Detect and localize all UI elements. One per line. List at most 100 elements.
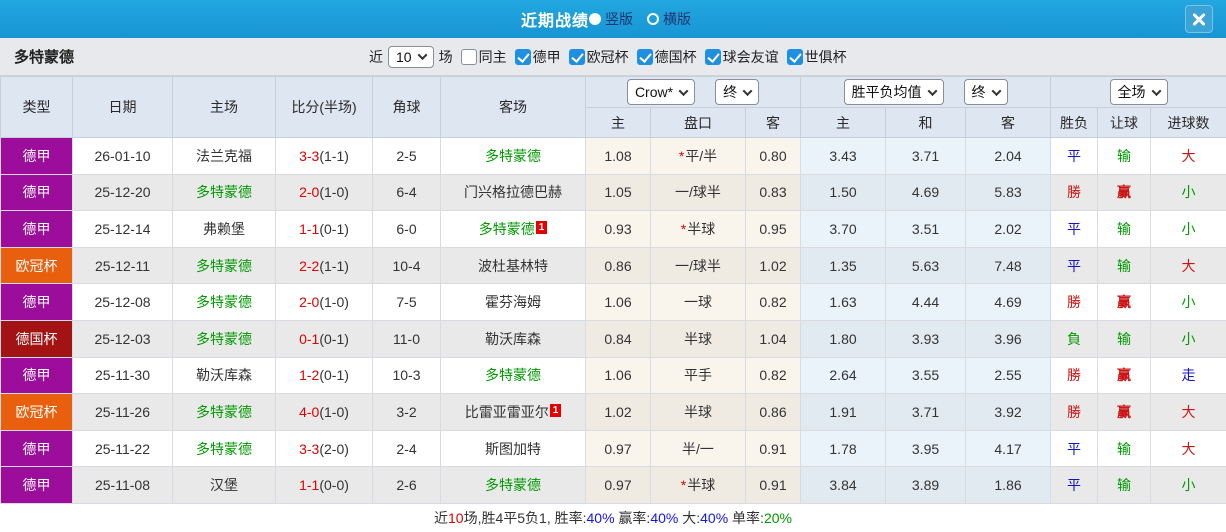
avg-home: 1.91: [800, 393, 887, 431]
home-team: 汉堡: [172, 466, 276, 504]
checkbox-世俱杯[interactable]: [786, 48, 803, 65]
team-name-text: 多特蒙德: [485, 367, 541, 384]
team-name-text: 多特蒙德: [196, 440, 252, 457]
corners-cell: 10-3: [372, 356, 441, 395]
corners-cell: 7-5: [372, 283, 441, 321]
checkbox-同主[interactable]: [460, 48, 477, 65]
results-table: 类型 日期 主场 比分(半场) 角球 客场 Crow* 终 胜平负均值 终 全场…: [0, 76, 1226, 504]
halftime-score: (1-1): [319, 257, 349, 274]
team-name-text: 法兰克福: [196, 147, 252, 164]
summary-segment: 40%: [650, 509, 679, 526]
team-name-text: 多特蒙德: [196, 294, 252, 311]
team-name-text: 多特蒙德: [196, 403, 252, 420]
table-row: 德甲 25-12-08 多特蒙德 2-0(1-0) 7-5 霍芬海姆 1.06 一球 0.82 1…: [0, 283, 1226, 321]
close-icon[interactable]: [1185, 5, 1213, 33]
score-cell: 2-0(1-0): [275, 173, 373, 212]
chevron-down-icon: [1151, 85, 1161, 96]
checkbox-label[interactable]: 欧冠杯: [587, 49, 629, 65]
score-cell: 1-1(0-1): [275, 210, 373, 248]
handicap-cell: 半/一: [650, 429, 746, 468]
fulltime-score: 2-0: [299, 184, 320, 201]
match-count-select[interactable]: 10: [388, 45, 434, 68]
date-cell: 25-12-20: [72, 173, 173, 212]
result-wdl: 勝: [1050, 283, 1099, 321]
checkbox-label[interactable]: 球会友谊: [723, 49, 779, 65]
result-goals: 小: [1150, 283, 1226, 321]
handicap-text: 半/一: [682, 440, 714, 457]
checkbox-label[interactable]: 德国杯: [655, 49, 697, 65]
corners-cell: 6-0: [372, 210, 441, 248]
summary-segment: 近: [434, 509, 449, 526]
competition-checkboxes: 同主 德甲 欧冠杯 德国杯 球会友谊 世俱杯: [453, 47, 847, 67]
score-cell: 3-3(1-1): [275, 137, 373, 175]
result-wdl: 勝: [1050, 393, 1099, 431]
checkbox-欧冠杯[interactable]: [568, 48, 585, 65]
corners-cell: 2-5: [372, 137, 441, 175]
handicap-cell: 半球: [650, 319, 746, 358]
horizontal-layout-label[interactable]: 横版: [663, 9, 691, 29]
fulltime-score: 1-1: [299, 220, 320, 237]
checkbox-label[interactable]: 同主: [479, 49, 507, 65]
checkbox-德甲[interactable]: [514, 48, 531, 65]
date-cell: 25-12-11: [72, 246, 173, 285]
score-cell: 0-1(0-1): [275, 319, 373, 358]
type-badge: 德甲: [0, 283, 73, 321]
avg-odds-select[interactable]: 胜平负均值: [843, 79, 944, 105]
avg-away: 2.04: [965, 137, 1052, 175]
result-wdl: 負: [1050, 319, 1099, 358]
team-name-text: 多特蒙德: [196, 257, 252, 274]
odds-away: 1.04: [744, 319, 802, 358]
home-team: 法兰克福: [172, 137, 276, 175]
home-team: 多特蒙德: [172, 393, 276, 431]
checkbox-label[interactable]: 德甲: [533, 49, 561, 65]
score-cell: 2-2(1-1): [275, 246, 373, 285]
score-cell: 2-0(1-0): [275, 283, 373, 321]
avg-time-select[interactable]: 终: [963, 79, 1008, 105]
halftime-score: (1-0): [319, 294, 349, 311]
avg-home: 1.63: [800, 283, 887, 321]
home-team: 勒沃库森: [172, 356, 276, 395]
type-badge: 欧冠杯: [0, 393, 73, 431]
col-corners: 角球: [372, 76, 441, 138]
corners-cell: 6-4: [372, 173, 441, 212]
away-team: 比雷亚雷亚尔 1: [440, 393, 586, 431]
corners-cell: 10-4: [372, 246, 441, 285]
table-row: 德甲 26-01-10 法兰克福 3-3(1-1) 2-5 多特蒙德 1.08 *平/半 0.8…: [0, 137, 1226, 175]
away-team: 勒沃库森: [440, 319, 586, 358]
odds-away: 0.91: [744, 429, 802, 468]
avg-home: 2.64: [800, 356, 887, 395]
type-badge: 德甲: [0, 429, 73, 468]
halftime-score: (1-0): [319, 403, 349, 420]
handicap-cell: *平/半: [650, 137, 746, 175]
date-cell: 25-11-08: [72, 466, 173, 504]
corners-cell: 3-2: [372, 393, 441, 431]
odds-home: 1.08: [585, 137, 651, 175]
vertical-layout-label[interactable]: 竖版: [605, 9, 633, 29]
summary-segment: 20%: [763, 509, 792, 526]
odds-time-select[interactable]: 终: [715, 79, 760, 105]
handicap-cell: 一球: [650, 283, 746, 321]
result-wdl: 平: [1050, 429, 1099, 468]
result-handicap: 赢: [1097, 356, 1152, 395]
checkbox-球会友谊[interactable]: [704, 48, 721, 65]
handicap-text: 一/球半: [675, 257, 721, 274]
sub-col-goals: 进球数: [1150, 107, 1226, 138]
result-goals: 小: [1150, 319, 1226, 358]
scope-select[interactable]: 全场: [1109, 79, 1168, 105]
sub-col-handicap: 盘口: [650, 107, 746, 138]
checkbox-德国杯[interactable]: [636, 48, 653, 65]
vertical-layout-radio[interactable]: [589, 13, 601, 25]
horizontal-layout-radio[interactable]: [647, 13, 659, 25]
handicap-text: 一/球半: [675, 184, 721, 201]
halftime-score: (0-0): [319, 477, 349, 494]
checkbox-label[interactable]: 世俱杯: [805, 49, 847, 65]
sub-col-avg-draw: 和: [885, 107, 967, 138]
score-cell: 1-2(0-1): [275, 356, 373, 395]
team-name-text: 斯图加特: [485, 440, 541, 457]
table-row: 德甲 25-12-14 弗赖堡 1-1(0-1) 6-0 多特蒙德 1 0.93 *半球 0.95…: [0, 210, 1226, 248]
odds-away: 0.80: [744, 137, 802, 175]
handicap-cell: 平手: [650, 356, 746, 395]
avg-draw: 3.55: [885, 356, 967, 395]
chevron-down-icon: [742, 85, 753, 96]
bookmaker-select[interactable]: Crow*: [626, 79, 696, 105]
